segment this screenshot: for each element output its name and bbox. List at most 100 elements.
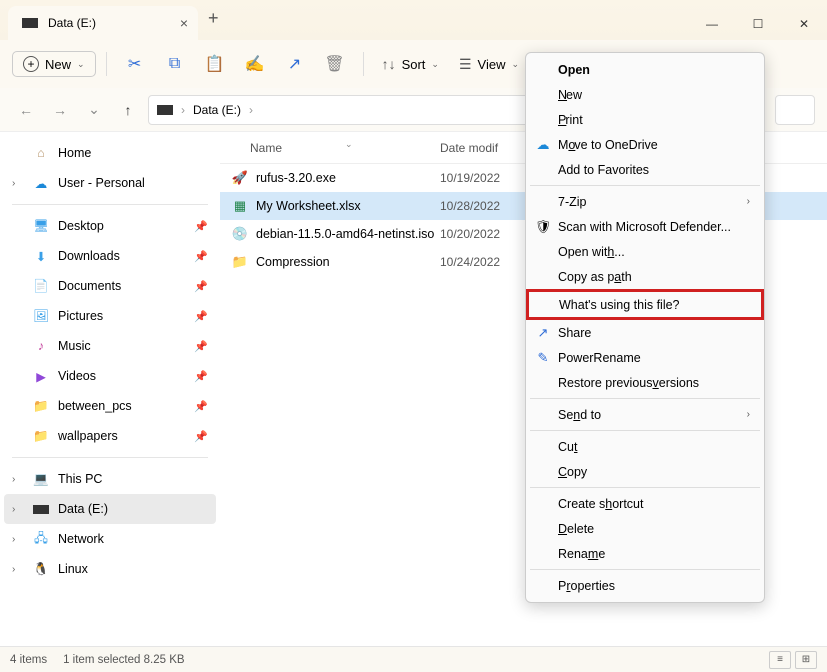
- icons-view-button[interactable]: ⊞: [795, 651, 817, 669]
- cut-button[interactable]: ✂: [117, 46, 153, 82]
- sidebar-item-videos[interactable]: ▶ Videos 📌: [4, 361, 216, 391]
- pin-icon[interactable]: 📌: [194, 280, 208, 293]
- powerrename-icon: ✎: [534, 350, 552, 366]
- new-label: New: [45, 57, 71, 72]
- close-button[interactable]: ✕: [781, 8, 827, 40]
- pin-icon[interactable]: 📌: [194, 370, 208, 383]
- column-name[interactable]: Name ⌄: [220, 141, 440, 155]
- sidebar-item-music[interactable]: ♪ Music 📌: [4, 331, 216, 361]
- delete-button[interactable]: 🗑: [317, 46, 353, 82]
- back-button[interactable]: ←: [12, 96, 40, 124]
- window-tab[interactable]: Data (E:) ×: [8, 6, 198, 40]
- pin-icon[interactable]: 📌: [194, 340, 208, 353]
- ctx-powerrename[interactable]: ✎ PowerRename: [528, 345, 762, 370]
- up-button[interactable]: ↑: [114, 96, 142, 124]
- sidebar-item-drive[interactable]: › Data (E:): [4, 494, 216, 524]
- rename-button[interactable]: ✍: [237, 46, 273, 82]
- sidebar-label: Network: [58, 532, 104, 546]
- ctx-whats-using[interactable]: What's using this file?: [529, 292, 761, 317]
- new-button[interactable]: + New ⌄: [12, 51, 96, 77]
- new-tab-button[interactable]: +: [208, 8, 219, 33]
- column-name-label: Name: [250, 141, 282, 155]
- sidebar-item-home[interactable]: ⌂ Home: [4, 138, 216, 168]
- ctx-copypath[interactable]: Copy as path: [528, 264, 762, 289]
- breadcrumb-location[interactable]: Data (E:): [193, 103, 241, 117]
- pin-icon[interactable]: 📌: [194, 430, 208, 443]
- iso-icon: 💿: [232, 226, 248, 242]
- ctx-sendto[interactable]: Send to ›: [528, 402, 762, 427]
- chevron-right-icon[interactable]: ›: [12, 534, 15, 545]
- ctx-print[interactable]: Print: [528, 107, 762, 132]
- ctx-defender[interactable]: 🛡 Scan with Microsoft Defender...: [528, 214, 762, 239]
- sidebar-label: wallpapers: [58, 429, 118, 443]
- sort-indicator-icon: ⌄: [345, 139, 353, 150]
- drive-icon: [32, 505, 50, 514]
- pc-icon: 💻: [32, 472, 50, 487]
- separator: [530, 487, 760, 488]
- separator: [530, 398, 760, 399]
- ctx-copy[interactable]: Copy: [528, 459, 762, 484]
- documents-icon: 📄: [32, 279, 50, 294]
- view-button[interactable]: ☰ View ⌄: [451, 52, 527, 77]
- sidebar-item-documents[interactable]: 📄 Documents 📌: [4, 271, 216, 301]
- ctx-openwith[interactable]: Open with...: [528, 239, 762, 264]
- recent-button[interactable]: ⌄: [80, 96, 108, 124]
- paste-button[interactable]: 📋: [197, 46, 233, 82]
- ctx-shortcut[interactable]: Create shortcut: [528, 491, 762, 516]
- chevron-right-icon[interactable]: ›: [12, 474, 15, 485]
- separator: [12, 204, 208, 205]
- context-menu: Open New Print ☁ Move to OneDrive Add to…: [525, 52, 765, 603]
- ctx-cut[interactable]: Cut: [528, 434, 762, 459]
- submenu-arrow-icon: ›: [747, 409, 750, 420]
- breadcrumb-separator: ›: [181, 103, 185, 117]
- xlsx-icon: ▦: [232, 198, 248, 214]
- maximize-button[interactable]: ☐: [735, 8, 781, 40]
- sidebar-label: Videos: [58, 369, 96, 383]
- sidebar-item-downloads[interactable]: ⬇ Downloads 📌: [4, 241, 216, 271]
- pin-icon[interactable]: 📌: [194, 220, 208, 233]
- ctx-properties[interactable]: Properties: [528, 573, 762, 598]
- pin-icon[interactable]: 📌: [194, 400, 208, 413]
- sidebar-item-pictures[interactable]: 🖼 Pictures 📌: [4, 301, 216, 331]
- ctx-delete[interactable]: Delete: [528, 516, 762, 541]
- ctx-favorites[interactable]: Add to Favorites: [528, 157, 762, 182]
- chevron-right-icon[interactable]: ›: [12, 504, 15, 515]
- separator: [530, 185, 760, 186]
- share-button[interactable]: ↗: [277, 46, 313, 82]
- separator: [12, 457, 208, 458]
- ctx-open[interactable]: Open: [528, 57, 762, 82]
- details-view-button[interactable]: ≡: [769, 651, 791, 669]
- minimize-button[interactable]: —: [689, 8, 735, 40]
- sidebar-item-folder[interactable]: 📁 wallpapers 📌: [4, 421, 216, 451]
- sidebar: ⌂ Home › ☁ User - Personal 🖥 Desktop 📌 ⬇…: [0, 132, 220, 646]
- forward-button[interactable]: →: [46, 96, 74, 124]
- sidebar-item-folder[interactable]: 📁 between_pcs 📌: [4, 391, 216, 421]
- ctx-restore[interactable]: Restore previous versions: [528, 370, 762, 395]
- ctx-new[interactable]: New: [528, 82, 762, 107]
- chevron-right-icon[interactable]: ›: [12, 564, 15, 575]
- sort-button[interactable]: ↑↓ Sort ⌄: [374, 52, 447, 76]
- drive-icon: [22, 18, 38, 28]
- ctx-share[interactable]: ↗ Share: [528, 320, 762, 345]
- ctx-rename[interactable]: Rename: [528, 541, 762, 566]
- chevron-right-icon[interactable]: ›: [12, 178, 15, 189]
- pin-icon[interactable]: 📌: [194, 250, 208, 263]
- sidebar-item-linux[interactable]: › 🐧 Linux: [4, 554, 216, 584]
- tab-close-button[interactable]: ×: [180, 15, 188, 31]
- search-box[interactable]: [775, 95, 815, 125]
- pin-icon[interactable]: 📌: [194, 310, 208, 323]
- tab-title: Data (E:): [48, 16, 96, 30]
- sidebar-item-thispc[interactable]: › 💻 This PC: [4, 464, 216, 494]
- sidebar-item-desktop[interactable]: 🖥 Desktop 📌: [4, 211, 216, 241]
- ctx-7zip[interactable]: 7-Zip ›: [528, 189, 762, 214]
- sidebar-item-network[interactable]: › 🖧 Network: [4, 524, 216, 554]
- breadcrumb-separator: ›: [249, 103, 253, 117]
- chevron-down-icon: ⌄: [77, 59, 85, 70]
- folder-icon: 📁: [232, 254, 248, 270]
- window-controls: — ☐ ✕: [689, 8, 827, 40]
- sidebar-item-user[interactable]: › ☁ User - Personal: [4, 168, 216, 198]
- ctx-onedrive[interactable]: ☁ Move to OneDrive: [528, 132, 762, 157]
- statusbar: 4 items 1 item selected 8.25 KB ≡ ⊞: [0, 646, 827, 672]
- copy-button[interactable]: ⧉: [157, 46, 193, 82]
- music-icon: ♪: [32, 339, 50, 353]
